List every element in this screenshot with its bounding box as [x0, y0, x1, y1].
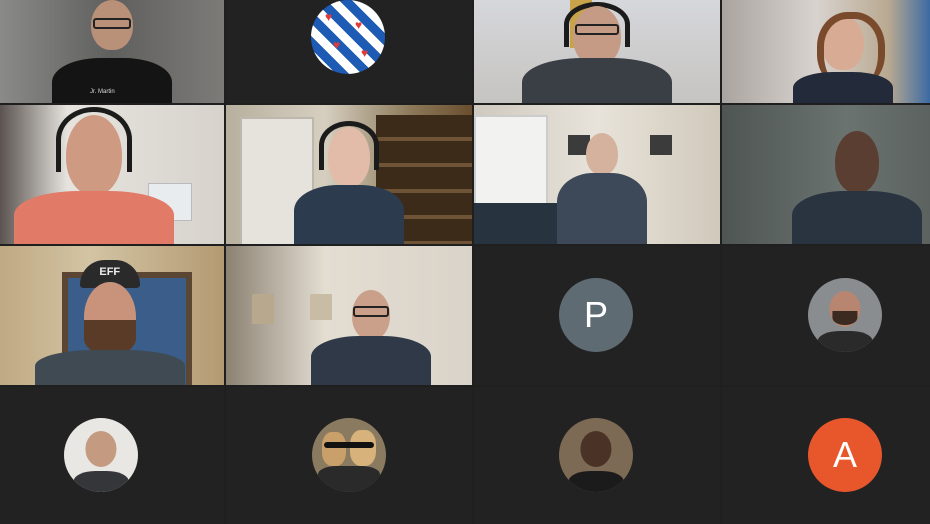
participant-figure: [792, 12, 893, 103]
sunglasses: [324, 442, 374, 448]
avatar-initial: A: [832, 434, 857, 475]
participant-avatar-tile[interactable]: P: [474, 246, 720, 385]
suit: [318, 466, 380, 492]
participant-video-tile[interactable]: [474, 0, 720, 103]
wall-frame: [650, 135, 672, 155]
participant-figure: [792, 131, 923, 244]
participant-video-tile[interactable]: [722, 0, 930, 103]
flag-avatar-icon: ♥ ♥ ♥ ♥: [311, 0, 385, 74]
participant-figure: [522, 2, 672, 103]
profile-photo-icon: [64, 418, 138, 492]
beard: [832, 310, 858, 326]
participant-video-tile[interactable]: [0, 105, 224, 244]
participant-figure: [556, 133, 647, 244]
desk: [474, 203, 564, 244]
participant-video-tile[interactable]: [474, 105, 720, 244]
participant-avatar-tile[interactable]: ♥ ♥ ♥ ♥: [226, 0, 472, 103]
participant-avatar-tile[interactable]: [0, 387, 224, 524]
window: [474, 115, 548, 215]
participant-avatar-tile[interactable]: A: [722, 387, 930, 524]
avatar-initial: P: [583, 294, 608, 335]
participant-figure: EFF: [34, 260, 185, 385]
profile-photo-icon: [808, 278, 882, 352]
dogs-photo-icon: [312, 418, 386, 492]
participant-video-tile[interactable]: EFF: [0, 246, 224, 385]
participant-figure: [14, 105, 175, 244]
shirt-text: Jr. Martin: [90, 89, 115, 95]
letter-avatar: P: [559, 278, 633, 352]
participant-avatar-tile[interactable]: [722, 246, 930, 385]
participant-avatar-tile[interactable]: [474, 387, 720, 524]
participant-video-tile[interactable]: [722, 105, 930, 244]
participant-figure: [294, 121, 404, 244]
participant-video-tile[interactable]: Jr. Martin: [0, 0, 224, 103]
participant-avatar-tile[interactable]: [226, 387, 472, 524]
participant-figure: [52, 0, 172, 103]
participant-video-tile[interactable]: [226, 105, 472, 244]
participant-video-tile[interactable]: [226, 246, 472, 385]
wall-frame: [252, 294, 274, 324]
dog-figure: [322, 432, 346, 466]
participant-figure: [311, 290, 432, 385]
profile-photo-icon: [559, 418, 633, 492]
dog-figure: [350, 430, 376, 466]
letter-avatar: A: [808, 418, 882, 492]
